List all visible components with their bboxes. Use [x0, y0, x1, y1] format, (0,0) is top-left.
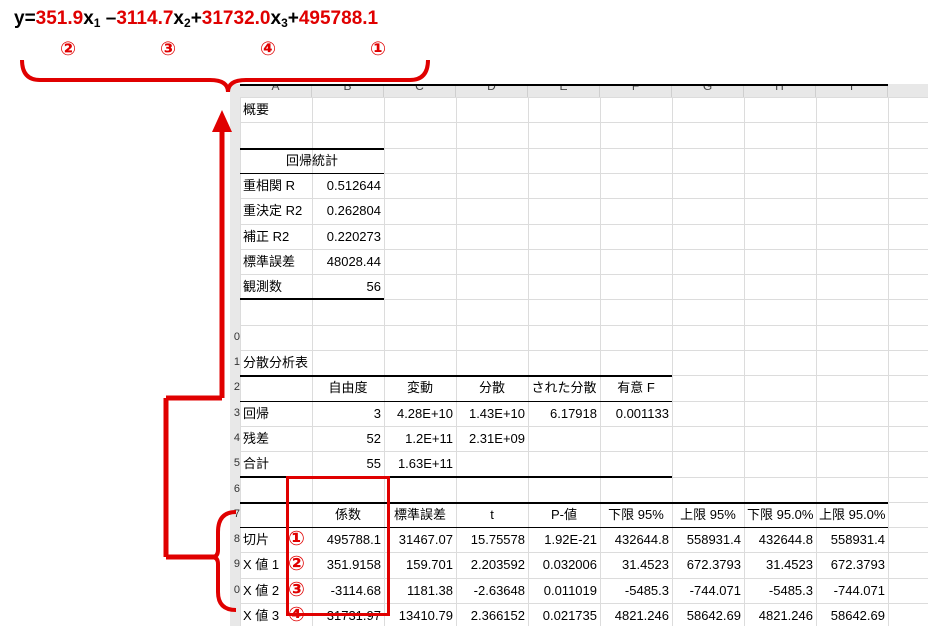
coefficient-marker-3: ③	[288, 577, 305, 601]
rows-bracket	[211, 510, 237, 612]
coefficient-marker-1: ①	[288, 526, 305, 550]
annotation-arrows	[20, 59, 430, 612]
coefficient-marker-4: ④	[288, 602, 305, 626]
equation-bracket	[20, 59, 430, 93]
coefficient-marker-2: ②	[288, 551, 305, 575]
arrow-head	[212, 110, 232, 132]
